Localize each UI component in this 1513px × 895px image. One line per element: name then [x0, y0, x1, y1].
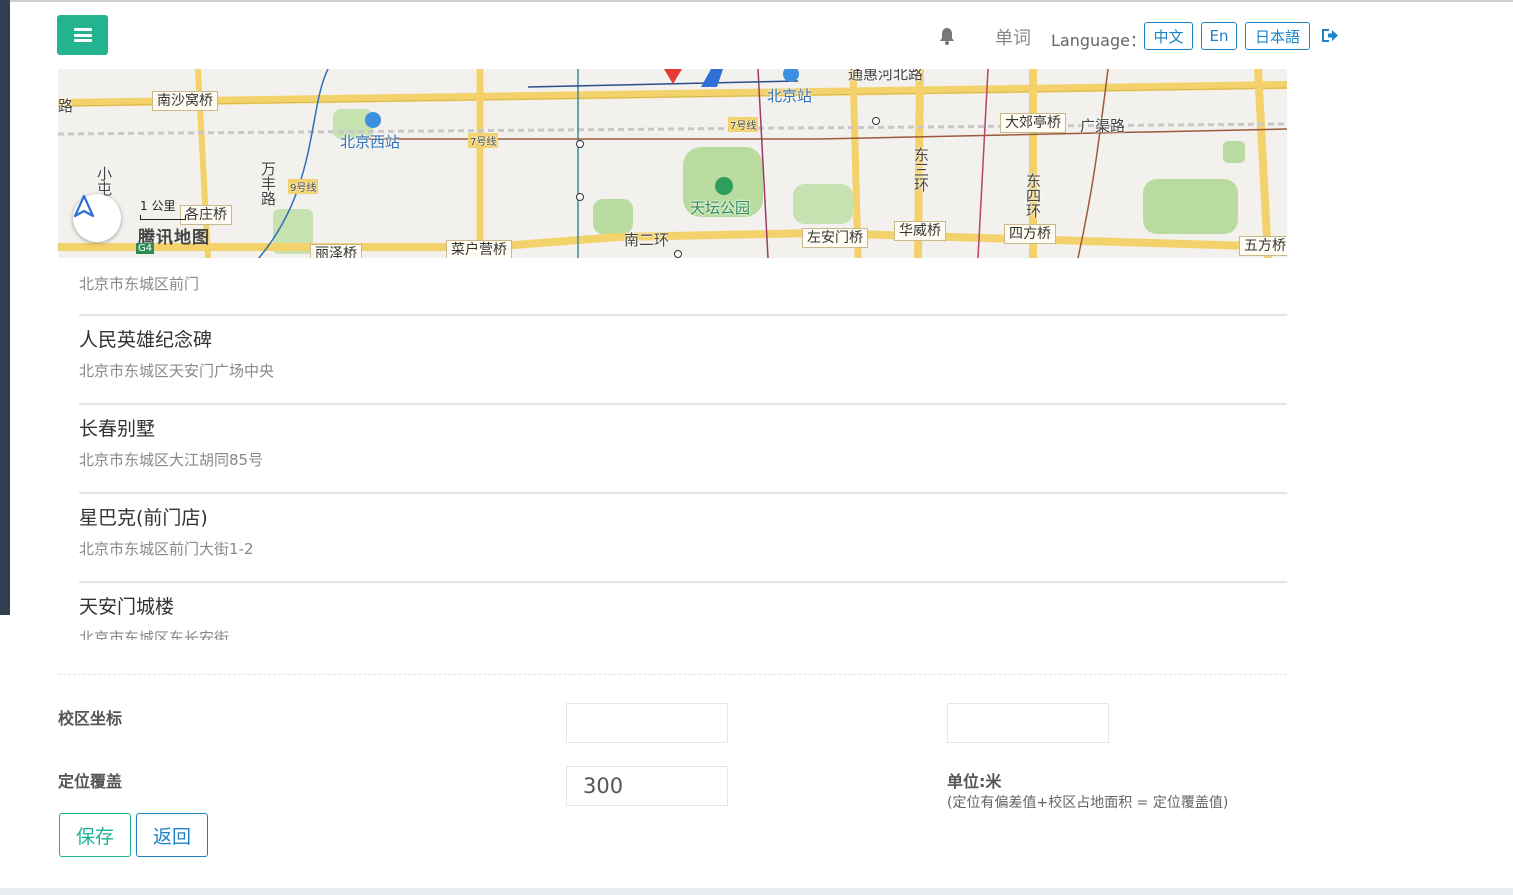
poi-list-item[interactable]: 人民英雄纪念碑 北京市东城区天安门广场中央: [79, 328, 1287, 381]
bell-icon[interactable]: [937, 26, 957, 46]
back-button[interactable]: 返回: [136, 813, 208, 857]
divider: [79, 314, 1287, 316]
locate-button[interactable]: [73, 194, 121, 242]
map-station-label: 北京西站: [340, 133, 401, 151]
navigation-arrow-icon: [73, 194, 95, 218]
poi-name: 长春别墅: [79, 418, 156, 440]
coord-label: 校区坐标: [58, 709, 123, 728]
map-scale: 1 公里: [140, 197, 186, 220]
poi-address: 北京市东城区大江胡同85号: [79, 451, 264, 469]
map-place-label: 路: [58, 97, 74, 115]
poi-list-item[interactable]: 天安门城楼 北京市东城区东长安街: [79, 595, 1287, 640]
map-road-label: 菜户营桥: [446, 240, 512, 258]
poi-list-item[interactable]: 星巴克(前门店) 北京市东城区前门大街1-2: [79, 506, 1287, 559]
sign-out-icon[interactable]: [1321, 27, 1339, 44]
language-en-button[interactable]: En: [1201, 22, 1237, 50]
language-zh-button[interactable]: 中文: [1144, 22, 1193, 50]
map-park-label: 天坛公园: [690, 199, 751, 217]
divider: [79, 492, 1287, 494]
map-road-name: 南二环: [624, 231, 670, 249]
map-road-name: 万丰路: [259, 161, 277, 206]
map-road-name: 通惠河北路: [848, 69, 924, 83]
map-place-label: 小屯: [95, 166, 113, 196]
poi-address: 北京市东城区东长安街: [79, 629, 230, 640]
map-road-label: 华威桥: [894, 221, 946, 241]
top-border: [10, 0, 1513, 2]
map-road-name: 东四环: [1024, 173, 1042, 218]
radius-input[interactable]: [566, 766, 728, 806]
language-label: Language：: [1051, 31, 1146, 50]
map-road-label: 左安门桥: [802, 228, 868, 248]
language-ja-button[interactable]: 日本語: [1245, 22, 1310, 50]
map-road-name: 东三环: [912, 147, 930, 192]
highway-badge: G4: [136, 243, 155, 254]
footer-band: [0, 888, 1513, 895]
radius-label: 定位覆盖: [58, 772, 123, 791]
divider: [79, 581, 1287, 583]
map-road-label: 四方桥: [1004, 224, 1056, 244]
poi-address: 北京市东城区前门: [79, 275, 200, 293]
poi-address: 北京市东城区前门大街1-2: [79, 540, 254, 558]
poi-list-item[interactable]: 北京市东城区前门: [79, 274, 1287, 294]
save-button[interactable]: 保存: [59, 813, 131, 857]
poi-address: 北京市东城区天安门广场中央: [79, 362, 275, 380]
menu-toggle-button[interactable]: [57, 15, 108, 55]
map-road-label: 丽泽桥: [310, 244, 362, 258]
metro-line-badge: 7号线: [728, 117, 759, 132]
poi-list-item[interactable]: 长春别墅 北京市东城区大江胡同85号: [79, 417, 1287, 470]
map-road-label: 各庄桥: [180, 205, 232, 225]
poi-name: 星巴克(前门店): [79, 507, 208, 529]
map-road-name: 广渠路: [1080, 117, 1126, 135]
map-view[interactable]: 路 南沙窝桥 各庄桥 丽泽桥 菜户营桥 左安门桥 华威桥 四方桥 五方桥 大郊亭…: [58, 69, 1287, 258]
longitude-input[interactable]: [947, 703, 1109, 743]
divider: [79, 403, 1287, 405]
bars-icon: [73, 28, 92, 42]
map-road-label: 大郊亭桥: [1000, 113, 1066, 133]
map-roads: [58, 69, 1287, 258]
map-road-label: 南沙窝桥: [152, 91, 218, 111]
poi-name: 人民英雄纪念碑: [79, 329, 213, 351]
map-scale-text: 1 公里: [140, 199, 176, 213]
sidebar-edge: [0, 0, 10, 615]
dashed-divider: [58, 674, 1287, 675]
latitude-input[interactable]: [566, 703, 728, 743]
metro-line-badge: 7号线: [468, 133, 499, 148]
poi-list[interactable]: 北京市东城区前门 人民英雄纪念碑 北京市东城区天安门广场中央 长春别墅 北京市东…: [79, 258, 1287, 640]
map-road-label: 五方桥: [1239, 236, 1287, 256]
unit-label: 单位:米: [947, 772, 1002, 791]
map-station-label: 北京站: [767, 87, 813, 105]
words-link[interactable]: 单词: [995, 24, 1031, 50]
metro-line-badge: 9号线: [288, 179, 319, 194]
unit-note: (定位有偏差值+校区占地面积 = 定位覆盖值): [947, 795, 1229, 811]
poi-name: 天安门城楼: [79, 596, 175, 618]
